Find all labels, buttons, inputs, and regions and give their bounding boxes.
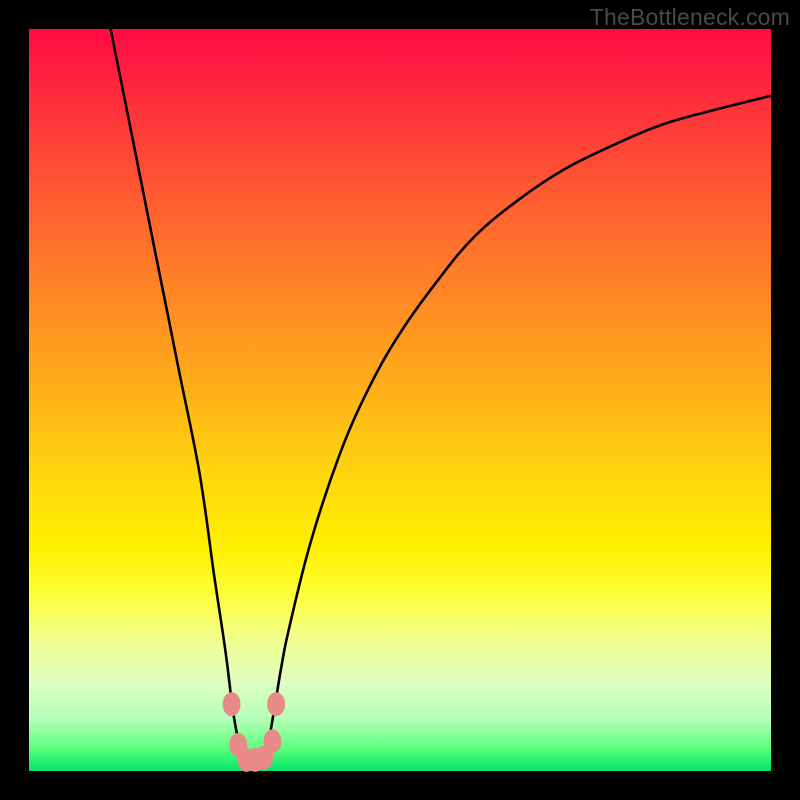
chart-area <box>29 29 771 771</box>
curve-plot <box>29 29 771 771</box>
dot-right-lower <box>263 729 281 753</box>
bottleneck-curve <box>111 29 771 766</box>
curve-markers <box>223 692 286 772</box>
watermark-text: TheBottleneck.com <box>590 4 790 31</box>
dot-right-upper <box>267 692 285 716</box>
dot-left-upper <box>223 692 241 716</box>
